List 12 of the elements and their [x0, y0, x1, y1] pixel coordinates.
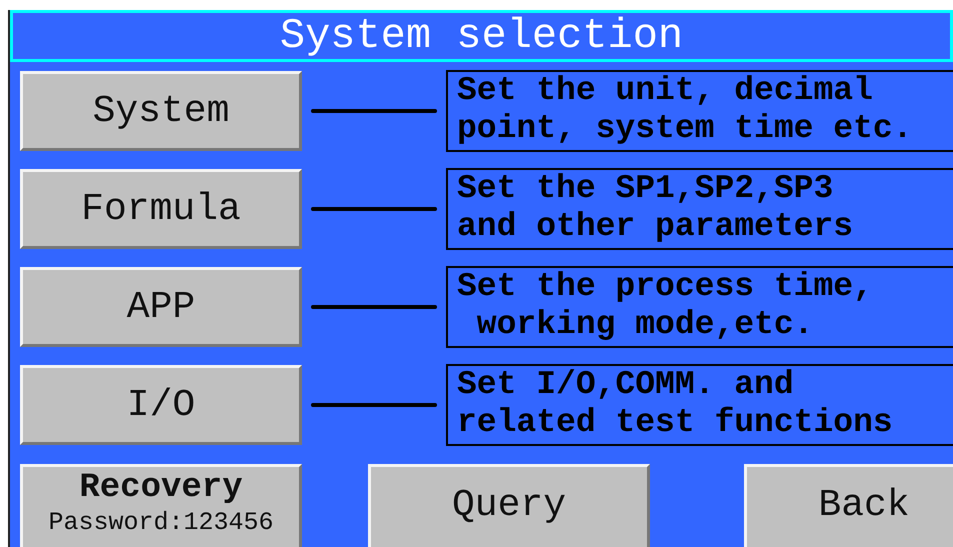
menu-button[interactable]: Formula [20, 169, 302, 249]
description-text: Set the SP1,SP2,SP3 and other parameters [446, 168, 953, 250]
action-button[interactable]: Back [744, 464, 953, 547]
menu-button[interactable]: System [20, 71, 302, 151]
recovery-button[interactable]: Recovery Password:123456 [20, 464, 302, 547]
description-text: Set the process time, working mode,etc. [446, 266, 953, 348]
description-text: Set I/O,COMM. and related test functions [446, 364, 953, 446]
action-button[interactable]: Query [368, 464, 650, 547]
menu-button[interactable]: APP [20, 267, 302, 347]
description-text: Set the unit, decimal point, system time etc. [446, 70, 953, 152]
window-title: System selection [10, 10, 953, 62]
menu-button[interactable]: I/O [20, 365, 302, 445]
